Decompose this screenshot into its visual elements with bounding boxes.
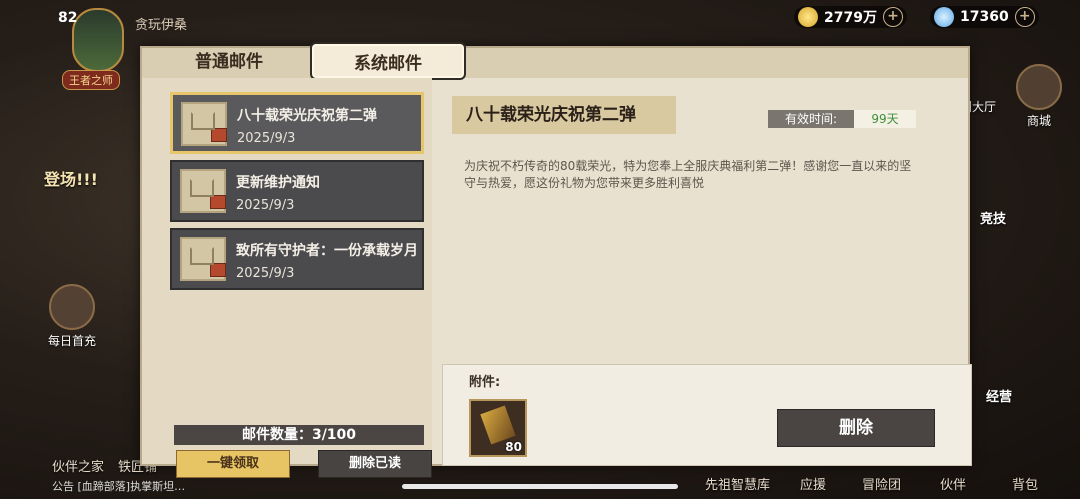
ancestor-wisdom-nav[interactable]: 先祖智慧库 [705,474,770,493]
shop-label: 商城 [1026,114,1051,128]
daily-topup-label: 每日首充 [48,334,97,348]
gold-resource: 2779万 + [794,6,907,28]
player-level: 82 [58,10,78,26]
mail-title: 八十载荣光庆祝第二弹 [237,108,377,124]
panel-tab-bar: 普通邮件 系统邮件 [142,42,968,80]
shop-icon [1016,64,1062,110]
mail-date: 2025/9/3 [236,266,295,281]
envelope-icon [180,169,226,213]
claim-all-button[interactable]: 一键领取 [176,450,290,478]
gold-value: 2779万 [824,10,877,26]
player-name: 贪玩伊桑 [135,18,188,33]
gift-icon [49,284,95,330]
valid-time-value: 99天 [854,110,916,128]
tab-general-mail[interactable]: 普通邮件 [164,42,294,76]
mail-title: 更新维护通知 [236,175,320,191]
mail-date: 2025/9/3 [237,131,296,146]
mail-body-text: 为庆祝不朽传奇的80载荣光，特为您奉上全服庆典福利第二弹！感谢您一直以来的坚守与… [464,159,912,190]
partner-nav[interactable]: 伙伴 [940,474,966,493]
scroll-item-icon [480,405,516,445]
add-gold-icon[interactable]: + [882,7,903,27]
support-nav[interactable]: 应援 [800,474,826,493]
player-avatar[interactable] [72,8,124,72]
announcement-ticker[interactable]: 公告 [血蹄部落]执掌斯坦… [52,478,185,494]
tab-system-mail[interactable]: 系统邮件 [310,42,466,80]
mail-list-item[interactable]: 致所有守护者：一份承载岁月 2025/9/3 [170,228,424,290]
diamond-resource: 17360 + [930,6,1039,28]
attachment-item[interactable]: 80 [469,399,527,457]
attachment-area: 附件: 80 删除 [442,364,972,466]
valid-time-label: 有效时间: [768,110,854,128]
delete-read-button[interactable]: 删除已读 [318,450,432,478]
daily-topup-button[interactable]: 每日首充 [48,284,96,349]
mail-list-item[interactable]: 更新维护通知 2025/9/3 [170,160,424,222]
mail-list-column: 八十载荣光庆祝第二弹 2025/9/3 更新维护通知 2025/9/3 致所有守… [142,78,432,478]
delete-button[interactable]: 删除 [777,409,935,447]
player-title-badge: 王者之师 [62,70,120,90]
mail-title: 致所有守护者：一份承载岁月 [236,243,418,259]
add-diamond-icon[interactable]: + [1014,7,1035,27]
mail-list-item[interactable]: 八十载荣光庆祝第二弹 2025/9/3 [170,92,424,154]
attachment-count: 80 [505,440,522,454]
envelope-icon [181,102,227,146]
mail-date: 2025/9/3 [236,198,295,213]
diamond-value: 17360 [960,9,1009,25]
arena-label[interactable]: 竞技 [980,208,1006,227]
manage-label[interactable]: 经营 [986,386,1012,405]
detail-title: 八十载荣光庆祝第二弹 [452,96,676,134]
adventure-team-nav[interactable]: 冒险团 [862,474,901,493]
home-indicator[interactable] [402,484,678,489]
diamond-icon [934,7,954,27]
envelope-icon [180,237,226,281]
backpack-nav[interactable]: 背包 [1012,474,1038,493]
shop-button[interactable]: 商城 [1016,64,1062,129]
mail-count: 邮件数量：3/100 [174,425,424,445]
attachment-label: 附件: [469,375,501,390]
gold-icon [798,7,818,27]
event-banner[interactable]: 登场!!! [44,166,98,190]
